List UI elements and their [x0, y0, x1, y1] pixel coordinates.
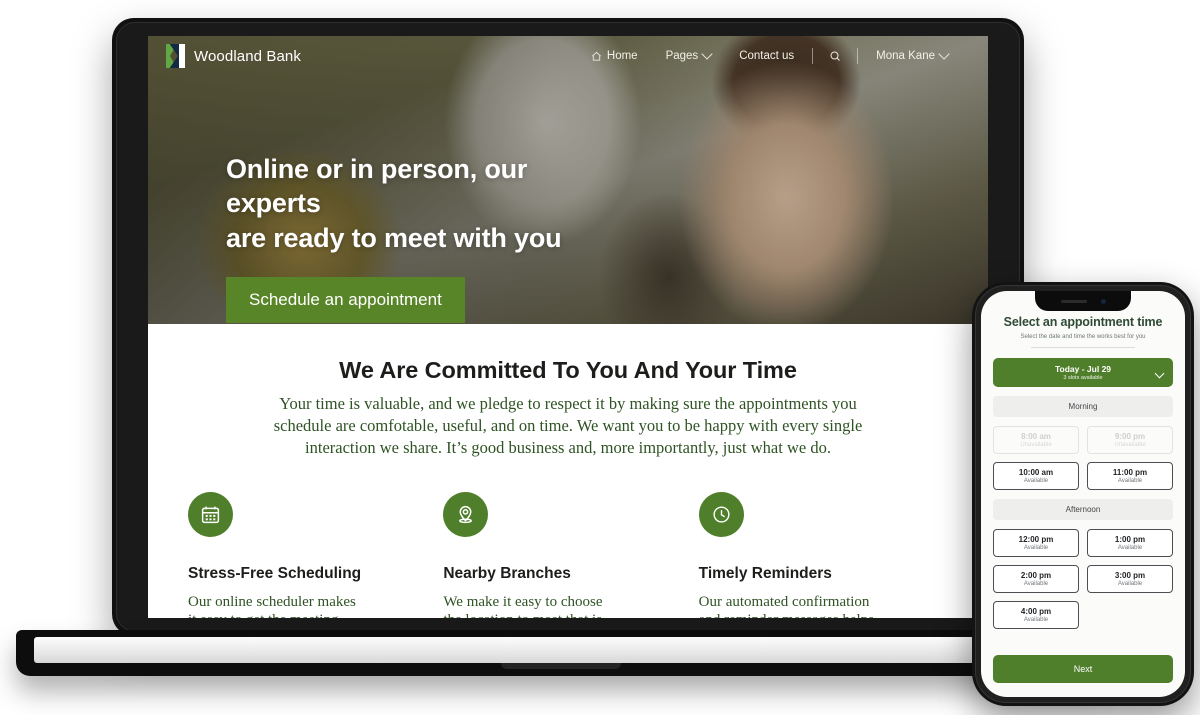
- search-button[interactable]: [817, 50, 853, 62]
- section-heading-morning: Morning: [993, 396, 1173, 417]
- slot-status: Available: [1023, 617, 1049, 623]
- schedule-appointment-button[interactable]: Schedule an appointment: [226, 276, 465, 323]
- time-slot[interactable]: 11:00 pm Available: [1087, 462, 1173, 490]
- appointment-picker-title: Select an appointment time: [1003, 315, 1163, 329]
- laptop-base: [16, 630, 1106, 676]
- chevron-down-icon: [701, 48, 713, 60]
- map-pin-icon: [443, 491, 489, 537]
- slot-status: Available: [1117, 478, 1143, 484]
- slot-status: Available: [1023, 581, 1049, 587]
- brand-name: Woodland Bank: [194, 47, 301, 65]
- hero-title-line-2: are ready to meet with you: [226, 222, 562, 253]
- woodland-bank-logo-icon: [166, 44, 185, 68]
- slot-status: Unavailable: [1114, 442, 1146, 448]
- time-slot: 9:00 pm Unavailable: [1087, 426, 1173, 454]
- home-icon: [591, 51, 602, 62]
- slot-status: Unavailable: [1020, 442, 1052, 448]
- top-navigation: Woodland Bank Home Pages Contact us Mona…: [148, 36, 988, 76]
- feature-nearby-branches: Nearby Branches We make it easy to choos…: [443, 491, 698, 618]
- nav-item-pages-label: Pages: [665, 50, 699, 62]
- slot-status: Available: [1117, 581, 1143, 587]
- time-slot[interactable]: 3:00 pm Available: [1087, 565, 1173, 593]
- hero-title: Online or in person, our experts are rea…: [226, 152, 626, 255]
- laptop-screen: Woodland Bank Home Pages Contact us Mona…: [148, 36, 988, 618]
- slot-time: 3:00 pm: [1114, 571, 1146, 580]
- slot-status: Available: [1117, 545, 1143, 551]
- slot-time: 10:00 am: [1018, 468, 1054, 477]
- committed-section: We Are Committed To You And Your Time Yo…: [148, 324, 988, 459]
- committed-heading: We Are Committed To You And Your Time: [339, 357, 797, 383]
- time-slot[interactable]: 12:00 pm Available: [993, 529, 1079, 557]
- chevron-down-icon: [938, 48, 950, 60]
- time-slot[interactable]: 1:00 pm Available: [1087, 529, 1173, 557]
- section-heading-afternoon: Afternoon: [993, 499, 1173, 520]
- slot-time: 9:00 pm: [1114, 432, 1146, 441]
- slot-time: 12:00 pm: [1018, 535, 1054, 544]
- slot-time: 1:00 pm: [1114, 535, 1146, 544]
- slot-time: 8:00 am: [1021, 432, 1051, 441]
- account-name: Mona Kane: [876, 50, 935, 62]
- speaker-icon: [1060, 299, 1087, 303]
- feature-body: Our automated confirmation and reminder …: [698, 593, 874, 618]
- slot-status: Available: [1023, 478, 1049, 484]
- nav-item-home[interactable]: Home: [577, 50, 652, 62]
- camera-icon: [1100, 298, 1106, 304]
- nav-divider: [812, 48, 814, 64]
- appointment-picker: Select an appointment time Select the da…: [981, 291, 1185, 629]
- appointment-picker-subtitle: Select the date and time the works best …: [1020, 334, 1146, 340]
- slot-time: 11:00 pm: [1112, 468, 1148, 477]
- slot-time: 2:00 pm: [1020, 571, 1052, 580]
- phone-device: Select an appointment time Select the da…: [972, 282, 1194, 706]
- time-slot: 8:00 am Unavailable: [993, 426, 1079, 454]
- slot-grid-afternoon: 12:00 pm Available 1:00 pm Available 2:0…: [993, 529, 1173, 629]
- hero-content: Online or in person, our experts are rea…: [148, 76, 988, 323]
- hero-title-line-1: Online or in person, our experts: [226, 154, 528, 219]
- search-icon: [829, 50, 841, 62]
- date-selector[interactable]: Today - Jul 29 3 slots available: [993, 358, 1173, 387]
- committed-body: Your time is valuable, and we pledge to …: [273, 394, 863, 457]
- divider: [1031, 347, 1135, 348]
- laptop-base-notch: [501, 663, 621, 669]
- laptop-device: Woodland Bank Home Pages Contact us Mona…: [112, 18, 1024, 636]
- phone-notch: [1035, 291, 1131, 311]
- nav-item-contact-us[interactable]: Contact us: [725, 50, 808, 62]
- hero-section: Woodland Bank Home Pages Contact us Mona…: [148, 36, 988, 324]
- account-menu[interactable]: Mona Kane: [862, 48, 962, 62]
- time-slot[interactable]: 10:00 am Available: [993, 462, 1079, 490]
- feature-body: We make it easy to choose the location t…: [443, 593, 603, 618]
- nav-item-pages[interactable]: Pages: [652, 48, 726, 62]
- slot-time: 4:00 pm: [1020, 607, 1052, 616]
- feature-body: Our online scheduler makes it easy to ge…: [188, 593, 356, 618]
- time-slot[interactable]: 4:00 pm Available: [993, 601, 1079, 629]
- time-slot[interactable]: 2:00 pm Available: [993, 565, 1079, 593]
- date-selector-sublabel: 3 slots available: [1063, 375, 1103, 381]
- nav-item-home-label: Home: [606, 50, 638, 62]
- next-button[interactable]: Next: [993, 655, 1173, 683]
- feature-title: Nearby Branches: [443, 564, 571, 582]
- slot-grid-morning: 8:00 am Unavailable 9:00 pm Unavailable …: [993, 426, 1173, 490]
- feature-title: Timely Reminders: [698, 564, 832, 582]
- laptop-keydeck: [34, 637, 1088, 663]
- brand-logo[interactable]: Woodland Bank: [166, 44, 301, 68]
- feature-timely-reminders: Timely Reminders Our automated confirmat…: [698, 491, 954, 618]
- clock-icon: [698, 491, 744, 537]
- feature-title: Stress-Free Scheduling: [188, 564, 362, 582]
- features-section: Stress-Free Scheduling Our online schedu…: [148, 458, 988, 618]
- feature-stress-free-scheduling: Stress-Free Scheduling Our online schedu…: [188, 491, 443, 618]
- nav-item-contact-us-label: Contact us: [739, 50, 795, 62]
- nav-links: Home Pages Contact us Mona Kane: [577, 48, 962, 64]
- calendar-icon: [188, 491, 233, 537]
- slot-status: Available: [1023, 545, 1049, 551]
- phone-screen: Select an appointment time Select the da…: [981, 291, 1185, 697]
- nav-divider-2: [857, 48, 859, 64]
- date-selector-label: Today - Jul 29: [1054, 364, 1112, 374]
